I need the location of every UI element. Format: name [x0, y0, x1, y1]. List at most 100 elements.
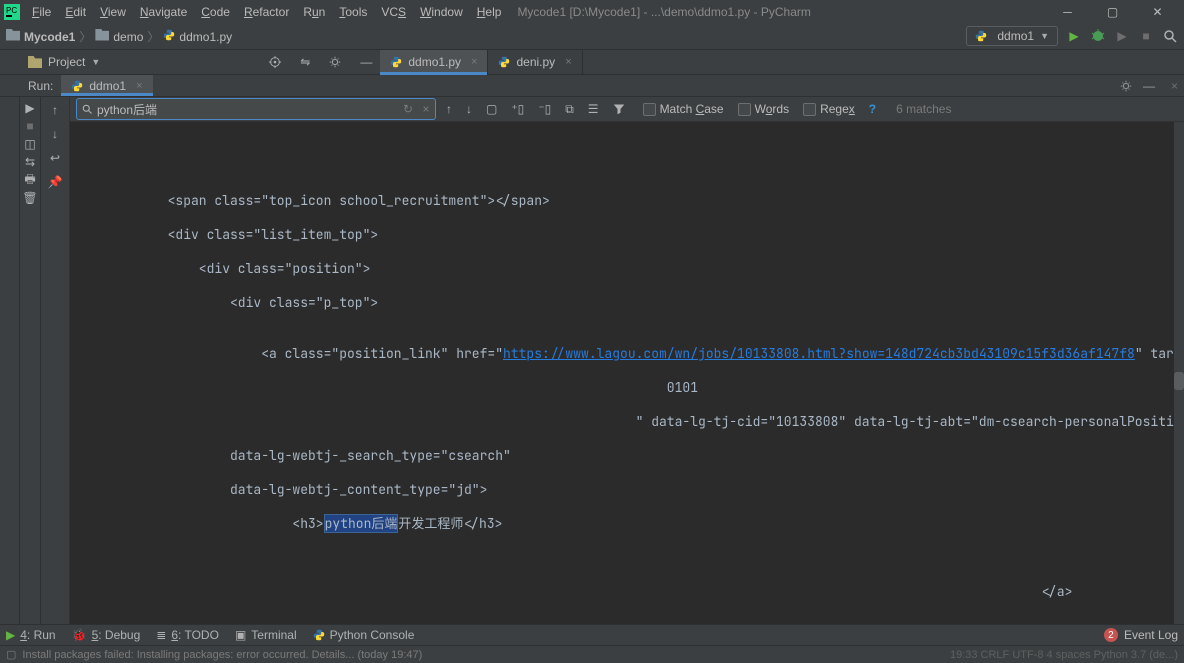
project-tool-actions: ⇋ —: [268, 55, 372, 69]
debug-button-icon[interactable]: [1090, 28, 1106, 44]
breadcrumb-file[interactable]: ddmo1.py: [163, 29, 232, 44]
words-checkbox[interactable]: Words: [738, 102, 789, 116]
hide-tool-icon[interactable]: —: [1143, 79, 1155, 93]
match-case-checkbox[interactable]: Match Case: [643, 102, 724, 116]
scroll-up-icon[interactable]: ↑: [48, 103, 62, 117]
layout-icon[interactable]: ◫: [23, 137, 37, 151]
editor-tab[interactable]: deni.py ×: [488, 50, 582, 74]
help-icon[interactable]: ?: [869, 102, 876, 116]
gear-icon[interactable]: [1119, 79, 1133, 93]
tool-tabs-row: Project ▼ ⇋ — ddmo1.py × deni.py ×: [0, 50, 1184, 75]
menu-refactor[interactable]: Refactor: [238, 3, 295, 21]
add-selection-icon[interactable]: ⁺▯: [511, 102, 524, 116]
main-menu: FFileile Edit View Navigate Code Refacto…: [26, 3, 507, 21]
regex-checkbox[interactable]: Regex: [803, 102, 855, 116]
scrollbar[interactable]: [1174, 122, 1184, 624]
menu-run[interactable]: Run: [297, 3, 331, 21]
close-window-button[interactable]: ✕: [1135, 0, 1180, 23]
clear-input-icon[interactable]: ×: [417, 102, 435, 116]
code-line: <div class="list_item_top">: [70, 226, 1184, 243]
match-count: 6 matches: [896, 102, 951, 116]
menu-vcs[interactable]: VCS: [375, 3, 412, 21]
code-line: </a>: [70, 583, 1184, 600]
maximize-button[interactable]: ▢: [1090, 0, 1135, 23]
status-indicators: 19:33 CRLF UTF-8 4 spaces Python 3.7 (de…: [950, 649, 1178, 661]
gear-icon[interactable]: [328, 55, 342, 69]
scrollbar-thumb[interactable]: [1174, 372, 1184, 390]
menu-tools[interactable]: Tools: [333, 3, 373, 21]
close-panel-icon[interactable]: ×: [1171, 79, 1178, 93]
event-log[interactable]: 2 Event Log: [1104, 628, 1178, 642]
run-config-selector[interactable]: ddmo1 ▼: [966, 26, 1058, 46]
menu-navigate[interactable]: Navigate: [134, 3, 193, 21]
close-tab-icon[interactable]: ×: [471, 56, 477, 68]
menu-help[interactable]: Help: [471, 3, 508, 21]
code-line: <span class="top_icon school_recruitment…: [70, 192, 1184, 209]
tool-terminal[interactable]: ▣Terminal: [235, 628, 297, 642]
menu-edit[interactable]: Edit: [59, 3, 92, 21]
history-dropdown-icon[interactable]: ↻: [399, 102, 417, 116]
close-run-tab-icon[interactable]: ×: [136, 80, 142, 92]
stop-icon[interactable]: ■: [23, 119, 37, 133]
stop-button-icon[interactable]: ■: [1138, 28, 1154, 44]
breadcrumb-folder[interactable]: demo: [95, 29, 143, 44]
code-line: <div class="p_top">: [70, 294, 1184, 311]
trash-icon[interactable]: 🗑: [23, 191, 37, 205]
next-occurrence-icon[interactable]: ↓: [466, 102, 472, 116]
print-icon[interactable]: 🖶: [23, 173, 37, 187]
soft-wrap-icon[interactable]: ↩: [48, 151, 62, 165]
left-tool-rail: 1: Project 7: Structure 2: Favorites: [0, 97, 20, 624]
tool-debug[interactable]: 🐞5: Debug: [72, 628, 141, 642]
tool-run[interactable]: ▶4: Run: [6, 628, 56, 642]
close-tab-icon[interactable]: ×: [565, 56, 571, 68]
editor-body[interactable]: <span class="top_icon school_recruitment…: [70, 122, 1184, 624]
run-tool-ribbon: Run: ddmo1 × — ×: [0, 75, 1184, 97]
select-all-icon[interactable]: ⧉: [565, 102, 574, 117]
settings-icon[interactable]: ☰: [588, 102, 599, 116]
filter-icon[interactable]: [613, 103, 625, 115]
tool-python-console[interactable]: Python Console: [313, 628, 415, 642]
step-icon[interactable]: ⇆: [23, 155, 37, 169]
bottom-tool-bar: ▶4: Run 🐞5: Debug ≣6: TODO ▣Terminal Pyt…: [0, 624, 1184, 645]
minimize-button[interactable]: ─: [1045, 0, 1090, 23]
tool-todo[interactable]: ≣6: TODO: [156, 628, 219, 642]
editor-tab-active[interactable]: ddmo1.py ×: [380, 50, 488, 74]
navigation-bar: Mycode1 〉 demo 〉 ddmo1.py ddmo1 ▼ ▶ ▶ ■: [0, 23, 1184, 50]
pycharm-logo-icon: PC: [4, 4, 20, 20]
status-message: Install packages failed: Installing pack…: [22, 649, 422, 661]
select-all-occurrences-icon[interactable]: ▢: [486, 102, 497, 116]
scroll-down-icon[interactable]: ↓: [48, 127, 62, 141]
run-gutter-actions: ▶ ■ ◫ ⇆ 🖶 🗑: [20, 97, 41, 624]
menu-window[interactable]: Window: [414, 3, 469, 21]
remove-selection-icon[interactable]: ⁻▯: [538, 102, 551, 116]
hide-tool-icon[interactable]: —: [360, 55, 372, 69]
pin-icon[interactable]: 📌: [48, 175, 62, 189]
search-highlight: python后端: [324, 514, 399, 533]
find-bar: ↻ × ↑ ↓ ▢ ⁺▯ ⁻▯ ⧉ ☰ Match Case Words Reg…: [70, 97, 1184, 122]
python-file-icon: [163, 29, 175, 41]
menu-code[interactable]: Code: [195, 3, 236, 21]
prev-occurrence-icon[interactable]: ↑: [446, 102, 452, 116]
code-line: " data-lg-tj-cid="10133808" data-lg-tj-a…: [70, 413, 1184, 430]
locate-icon[interactable]: [268, 55, 282, 69]
rerun-icon[interactable]: ▶: [23, 101, 37, 115]
run-button-icon[interactable]: ▶: [1066, 28, 1082, 44]
breadcrumb-root[interactable]: Mycode1: [6, 29, 75, 44]
search-everywhere-icon[interactable]: [1162, 28, 1178, 44]
code-line: data-lg-webtj-_content_type="jd">: [70, 481, 1184, 498]
output-gutter-actions: ↑ ↓ ↩ 📌: [41, 97, 70, 624]
run-tool-label: Run:: [20, 79, 61, 93]
collapse-all-icon[interactable]: ⇋: [300, 55, 310, 69]
search-icon: [77, 103, 97, 115]
run-arrow-inactive-icon: ▶: [1114, 28, 1130, 44]
code-line: 0101: [70, 379, 1184, 396]
run-tool-tab[interactable]: ddmo1 ×: [61, 75, 152, 96]
find-input[interactable]: [97, 99, 399, 119]
python-icon: [313, 629, 325, 641]
menu-file[interactable]: FFileile: [26, 3, 57, 21]
project-tool-tab[interactable]: Project ▼: [20, 50, 108, 74]
code-line: data-lg-webtj-_search_type="csearch": [70, 447, 1184, 464]
menu-view[interactable]: View: [94, 3, 132, 21]
event-badge: 2: [1104, 628, 1118, 642]
python-file-icon: [390, 56, 402, 68]
